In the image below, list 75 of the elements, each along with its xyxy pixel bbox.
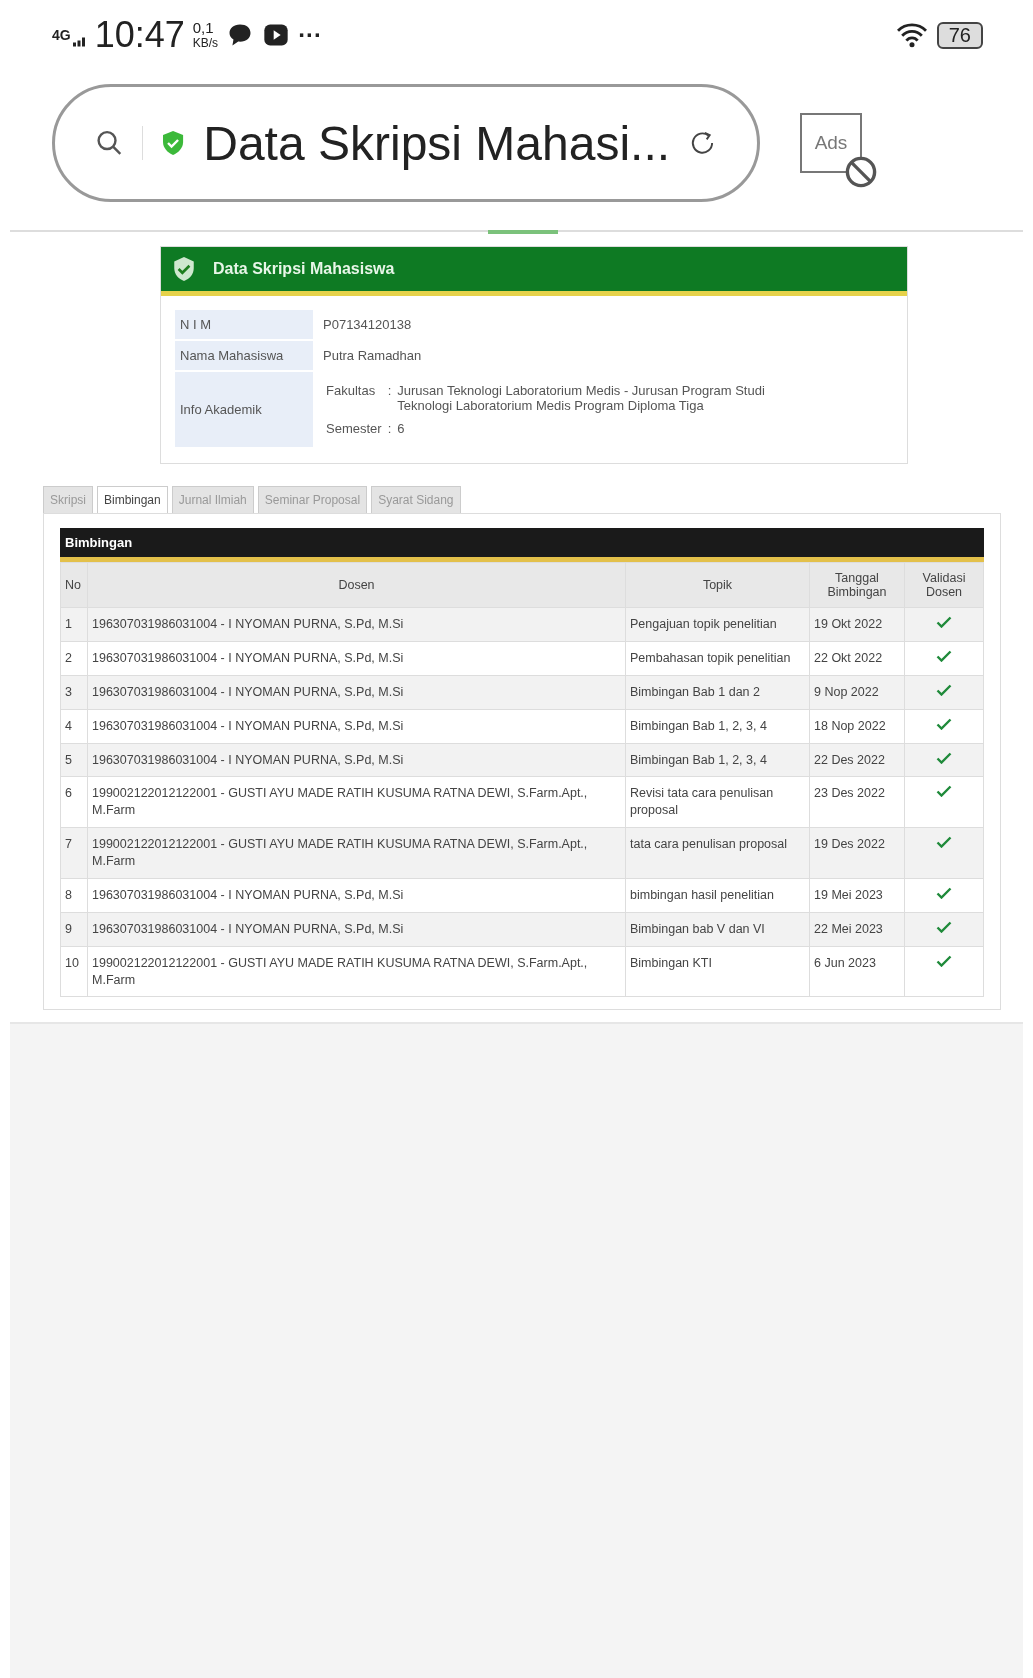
table-cell: bimbingan hasil penelitian [625,878,810,913]
column-header: Tanggal Bimbingan [809,562,905,608]
table-cell: Pengajuan topik penelitian [625,607,810,642]
table-cell: Bimbingan Bab 1 dan 2 [625,675,810,710]
field-value: Jurusan Teknologi Laboratorium Medis - Jurusan Program Studi Teknologi Laboratorium Medis Program Diploma Tiga [396,382,766,415]
table-cell: 4 [60,709,88,743]
prohibited-icon [844,155,878,189]
wifi-icon [894,21,929,49]
table-cell: 199002122012122001 - GUSTI AYU MADE RATIH KUSUMA RATNA DEWI, S.Farm.Apt., M.Farm [87,946,626,997]
separator: : [386,382,393,400]
card-title: Data Skripsi Mahasiswa [213,260,395,278]
table-cell: 8 [60,878,88,913]
table-cell: 199002122012122001 - GUSTI AYU MADE RATIH KUSUMA RATNA DEWI, S.Farm.Apt., M.Farm [87,776,626,828]
table-cell: Pembahasan topik penelitian [625,641,810,676]
table-cell: 196307031986031004 - I NYOMAN PURNA, S.Pd, M.Si [87,641,626,676]
network-label: 4G [52,27,71,43]
field-label: Fakultas [325,382,377,400]
table-cell: 6 Jun 2023 [809,946,905,997]
table-cell: 19 Mei 2023 [809,878,905,913]
table-cell: 18 Nop 2022 [809,709,905,743]
table-cell: 196307031986031004 - I NYOMAN PURNA, S.Pd, M.Si [87,607,626,642]
field-value: P07134120138 [322,316,413,334]
tab[interactable]: Skripsi [43,486,93,513]
table-cell: 19 Des 2022 [809,827,905,879]
field-label: Nama Mahasiswa [175,341,313,370]
table-cell: 22 Mei 2023 [809,912,905,947]
column-header: Dosen [87,562,626,608]
table-cell: 23 Des 2022 [809,776,905,828]
table-cell: 199002122012122001 - GUSTI AYU MADE RATIH KUSUMA RATNA DEWI, S.Farm.Apt., M.Farm [87,827,626,879]
table-cell: 1 [60,607,88,642]
field-value: Putra Ramadhan [322,347,423,365]
tab[interactable]: Bimbingan [97,486,168,513]
column-header: Topik [625,562,810,608]
speed-unit: KB/s [192,36,219,50]
table-cell: 3 [60,675,88,710]
tab[interactable]: Syarat Sidang [371,486,461,513]
table-cell: Bimbingan Bab 1, 2, 3, 4 [625,743,810,777]
battery-level: 76 [936,21,983,49]
tab[interactable]: Jurnal Ilmiah [171,486,254,513]
field-value: 6 [396,420,406,438]
field-label: Semester [325,420,383,438]
table-cell: Bimbingan Bab 1, 2, 3, 4 [625,709,810,743]
address-bar[interactable]: Data Skripsi Mahasi... [52,84,760,202]
table-cell: 22 Okt 2022 [809,641,905,676]
tab[interactable]: Seminar Proposal [257,486,368,513]
table-cell: 9 [60,912,88,947]
field-label: Info Akademik [175,372,313,447]
speed-value: 0,1 [192,20,215,37]
shield-check-icon [171,256,197,282]
table-cell: Revisi tata cara penulisan proposal [625,776,810,828]
table-cell: 22 Des 2022 [809,743,905,777]
table-cell: 6 [60,776,88,828]
table-cell: 196307031986031004 - I NYOMAN PURNA, S.Pd, M.Si [87,912,626,947]
table-cell: 7 [60,827,88,879]
table-cell: Bimbingan bab V dan VI [625,912,810,947]
table-cell: 196307031986031004 - I NYOMAN PURNA, S.Pd, M.Si [87,709,626,743]
table-cell: 5 [60,743,88,777]
table-cell: 196307031986031004 - I NYOMAN PURNA, S.Pd, M.Si [87,878,626,913]
separator: : [386,420,393,438]
table-cell: 196307031986031004 - I NYOMAN PURNA, S.Pd, M.Si [87,675,626,710]
column-header: Validasi Dosen [904,562,984,608]
table-cell: 196307031986031004 - I NYOMAN PURNA, S.Pd, M.Si [87,743,626,777]
page-title: Data Skripsi Mahasi... [203,115,671,171]
table-title: Bimbingan [60,528,984,562]
column-header: No [60,562,88,608]
more-dots: ··· [298,21,323,49]
signal-icon [72,35,87,47]
table-cell: 10 [60,946,88,997]
table-cell: 19 Okt 2022 [809,607,905,642]
table-cell: Bimbingan KTI [625,946,810,997]
table-cell: tata cara penulisan proposal [625,827,810,879]
field-label: N I M [175,310,313,339]
table-cell: 2 [60,641,88,676]
clock-time: 10:47 [94,14,185,56]
table-cell: 9 Nop 2022 [809,675,905,710]
